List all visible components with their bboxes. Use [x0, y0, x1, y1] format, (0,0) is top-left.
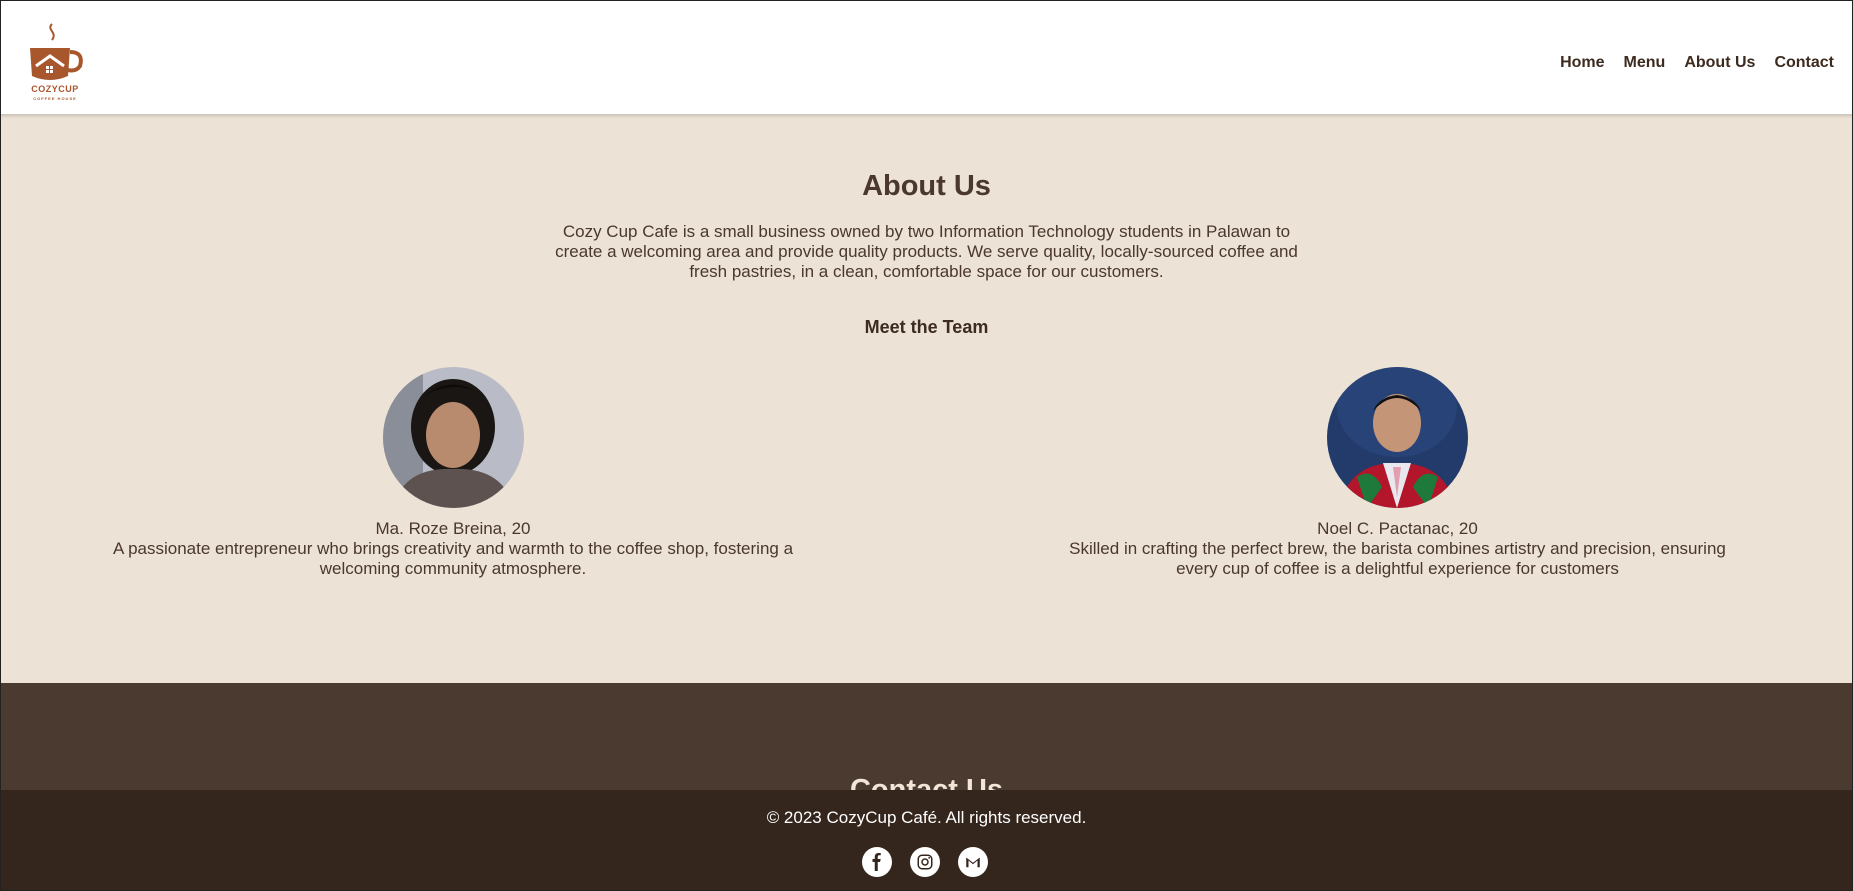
member-name: Noel C. Pactanac, 20 [1317, 519, 1478, 538]
social-links [862, 847, 988, 877]
facebook-icon[interactable] [862, 847, 892, 877]
member-avatar [1327, 367, 1468, 508]
site-footer: © 2023 CozyCup Café. All rights reserved… [0, 790, 1853, 891]
team-member-card: Noel C. Pactanac, 20 Skilled in crafting… [1060, 367, 1735, 579]
member-bio: Skilled in crafting the perfect brew, th… [1069, 539, 1726, 578]
team-title: Meet the Team [864, 317, 989, 337]
nav-contact[interactable]: Contact [1774, 54, 1834, 72]
instagram-icon[interactable] [910, 847, 940, 877]
gmail-icon[interactable] [958, 847, 988, 877]
coffee-cup-logo-icon [30, 23, 83, 80]
member-photo-icon [1327, 367, 1468, 508]
member-bio: A passionate entrepreneur who brings cre… [112, 539, 794, 578]
nav-about-us[interactable]: About Us [1684, 54, 1755, 72]
site-header: COZYCUP COFFEE HOUSE Home Menu About Us … [0, 0, 1853, 114]
logo-tagline: COFFEE HOUSE [33, 96, 77, 101]
logo-wordmark: COZYCUP [31, 84, 79, 94]
main-nav: Home Menu About Us Contact [1541, 54, 1834, 72]
team-member-card: Ma. Roze Breina, 20 A passionate entrepr… [110, 367, 796, 579]
about-description: Cozy Cup Cafe is a small business owned … [555, 222, 1298, 281]
member-avatar [382, 367, 524, 508]
nav-home[interactable]: Home [1560, 54, 1604, 72]
member-name: Ma. Roze Breina, 20 [375, 519, 531, 538]
nav-menu[interactable]: Menu [1624, 54, 1666, 72]
member-photo-icon [382, 367, 524, 508]
about-title: About Us [862, 170, 991, 202]
copyright-text: © 2023 CozyCup Café. All rights reserved… [766, 808, 1087, 827]
